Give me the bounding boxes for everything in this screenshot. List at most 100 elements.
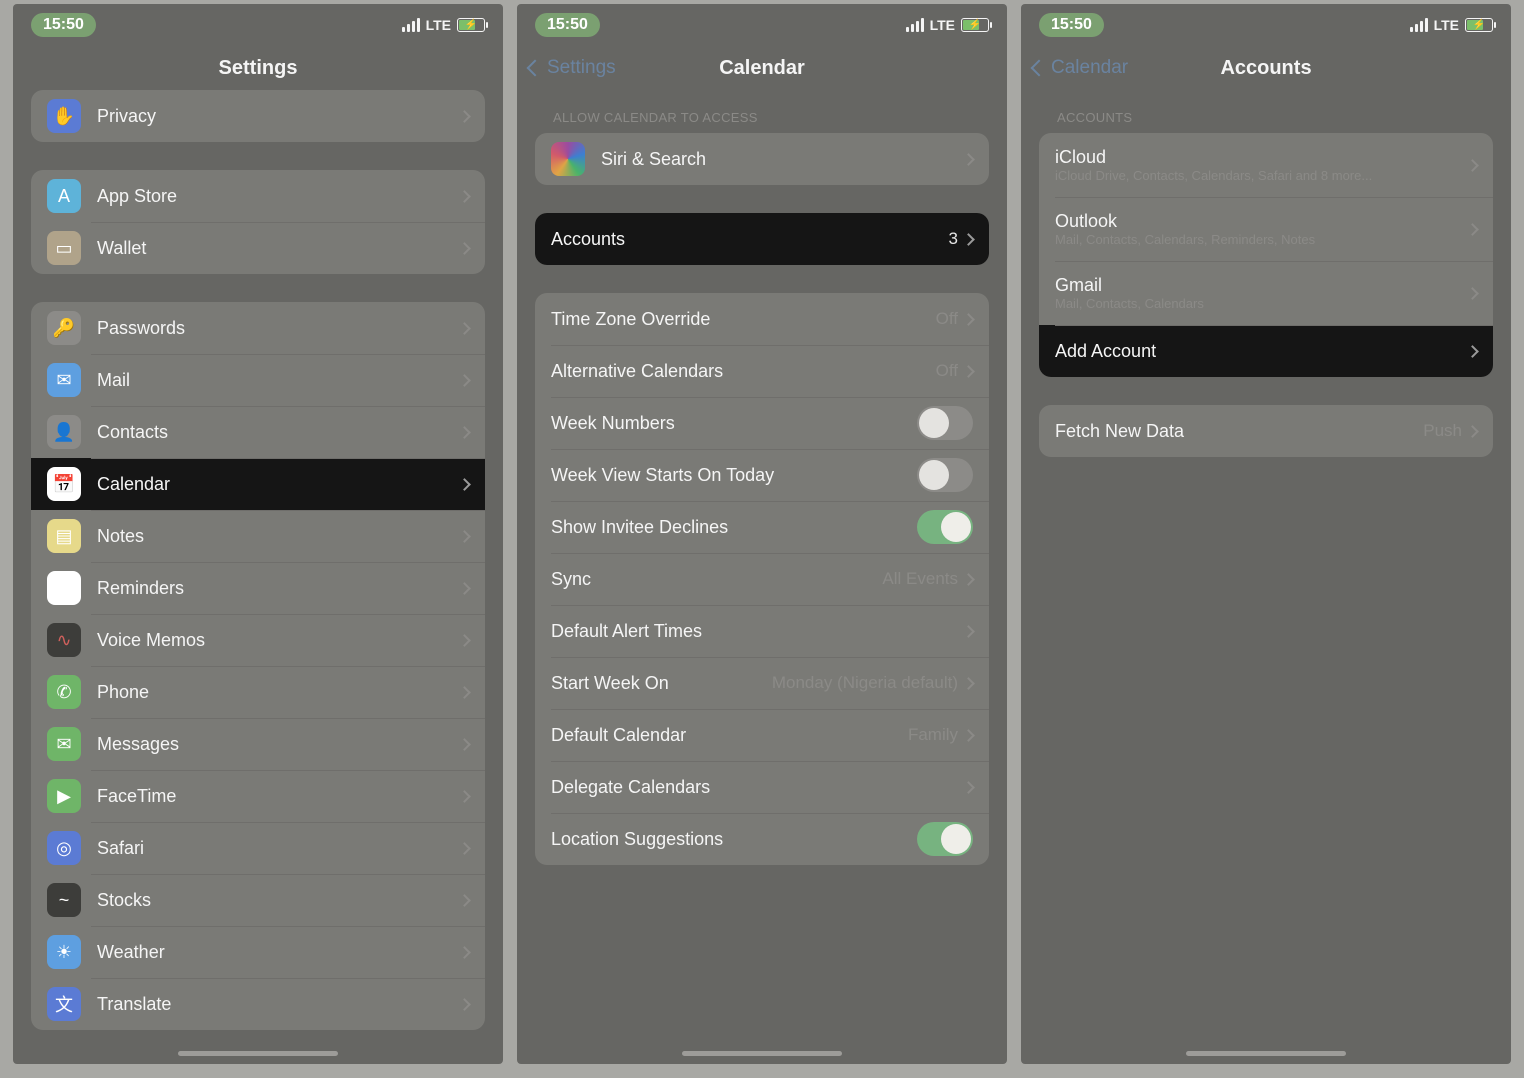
row-label: Privacy — [97, 106, 460, 127]
row-label: Mail — [97, 370, 460, 391]
settings-row-facetime[interactable]: ▶ FaceTime — [31, 770, 485, 822]
settings-row-calendar[interactable]: 📅Calendar — [31, 458, 485, 510]
setting-row-invitee[interactable]: Show Invitee Declines — [535, 501, 989, 553]
chevron-right-icon — [458, 478, 471, 491]
settings-row-wallet[interactable]: ▭ Wallet — [31, 222, 485, 274]
status-time: 15:50 — [31, 13, 96, 37]
home-indicator[interactable] — [1186, 1051, 1346, 1056]
reminders-icon: ⋮ — [47, 571, 81, 605]
row-label: Alternative Calendars — [551, 361, 936, 382]
account-row-gmail[interactable]: GmailMail, Contacts, Calendars — [1039, 261, 1493, 325]
chevron-right-icon — [458, 374, 471, 387]
settings-row-translate[interactable]: 文Translate — [31, 978, 485, 1030]
chevron-right-icon — [458, 998, 471, 1011]
back-button[interactable]: Settings — [529, 46, 616, 90]
chevron-right-icon — [962, 365, 975, 378]
chevron-right-icon — [1466, 159, 1479, 172]
status-bar: 15:50 LTE ⚡ — [517, 4, 1007, 46]
account-title: Gmail — [1055, 275, 1468, 296]
back-button[interactable]: Calendar — [1033, 46, 1128, 90]
toggle-weeknum[interactable] — [917, 406, 973, 440]
chevron-right-icon — [458, 842, 471, 855]
stocks-icon: ~ — [47, 883, 81, 917]
settings-row-notes[interactable]: ▤Notes — [31, 510, 485, 562]
setting-row-defcal[interactable]: Default CalendarFamily — [535, 709, 989, 761]
chevron-right-icon — [458, 530, 471, 543]
settings-row-weather[interactable]: ☀Weather — [31, 926, 485, 978]
fetch-new-data-row[interactable]: Fetch New Data Push — [1039, 405, 1493, 457]
accounts-row[interactable]: Accounts 3 — [535, 213, 989, 265]
settings-row-mail[interactable]: ✉ Mail — [31, 354, 485, 406]
row-label: FaceTime — [97, 786, 460, 807]
status-right: LTE ⚡ — [906, 17, 989, 33]
account-row-outlook[interactable]: OutlookMail, Contacts, Calendars, Remind… — [1039, 197, 1493, 261]
messages-icon: ✉ — [47, 727, 81, 761]
row-value: Family — [908, 725, 958, 745]
siri-search-row[interactable]: Siri & Search — [535, 133, 989, 185]
settings-row-passwords[interactable]: 🔑Passwords — [31, 302, 485, 354]
settings-row-messages[interactable]: ✉ Messages — [31, 718, 485, 770]
row-label: Time Zone Override — [551, 309, 936, 330]
settings-row-contacts[interactable]: 👤Contacts — [31, 406, 485, 458]
account-subtitle: Mail, Contacts, Calendars, Reminders, No… — [1055, 232, 1468, 247]
toggle-weekview[interactable] — [917, 458, 973, 492]
account-title: iCloud — [1055, 147, 1468, 168]
setting-row-locsug[interactable]: Location Suggestions — [535, 813, 989, 865]
chevron-right-icon — [1466, 287, 1479, 300]
navbar: Settings Calendar — [517, 46, 1007, 90]
safari-icon: ◎ — [47, 831, 81, 865]
account-title: Outlook — [1055, 211, 1468, 232]
chevron-left-icon — [1031, 60, 1048, 77]
toggle-invitee[interactable] — [917, 510, 973, 544]
setting-row-alert[interactable]: Default Alert Times — [535, 605, 989, 657]
setting-row-delegate[interactable]: Delegate Calendars — [535, 761, 989, 813]
facetime-icon: ▶ — [47, 779, 81, 813]
network-label: LTE — [930, 17, 955, 33]
settings-row-app-store[interactable]: AApp Store — [31, 170, 485, 222]
battery-icon: ⚡ — [1465, 18, 1493, 32]
add-account-row[interactable]: Add Account — [1039, 325, 1493, 377]
account-row-icloud[interactable]: iCloudiCloud Drive, Contacts, Calendars,… — [1039, 133, 1493, 197]
chevron-right-icon — [458, 582, 471, 595]
privacy-icon: ✋ — [47, 99, 81, 133]
row-label: Weather — [97, 942, 460, 963]
chevron-right-icon — [458, 322, 471, 335]
chevron-right-icon — [962, 313, 975, 326]
chevron-right-icon — [962, 781, 975, 794]
row-label: Messages — [97, 734, 460, 755]
contacts-icon: 👤 — [47, 415, 81, 449]
network-label: LTE — [426, 17, 451, 33]
setting-row-startweek[interactable]: Start Week OnMonday (Nigeria default) — [535, 657, 989, 709]
row-label: Stocks — [97, 890, 460, 911]
row-label: Siri & Search — [601, 149, 964, 170]
setting-row-sync[interactable]: SyncAll Events — [535, 553, 989, 605]
settings-row-privacy[interactable]: ✋ Privacy — [31, 90, 485, 142]
network-label: LTE — [1434, 17, 1459, 33]
mail-icon: ✉ — [47, 363, 81, 397]
account-subtitle: Mail, Contacts, Calendars — [1055, 296, 1468, 311]
home-indicator[interactable] — [682, 1051, 842, 1056]
setting-row-tz[interactable]: Time Zone OverrideOff — [535, 293, 989, 345]
row-label: Wallet — [97, 238, 460, 259]
setting-row-altcal[interactable]: Alternative CalendarsOff — [535, 345, 989, 397]
wallet-icon: ▭ — [47, 231, 81, 265]
row-label: Location Suggestions — [551, 829, 917, 850]
phone-icon: ✆ — [47, 675, 81, 709]
settings-row-voice-memos[interactable]: ∿Voice Memos — [31, 614, 485, 666]
notes-icon: ▤ — [47, 519, 81, 553]
settings-row-reminders[interactable]: ⋮Reminders — [31, 562, 485, 614]
settings-row-stocks[interactable]: ~ Stocks — [31, 874, 485, 926]
passwords-icon: 🔑 — [47, 311, 81, 345]
settings-row-phone[interactable]: ✆Phone — [31, 666, 485, 718]
setting-row-weeknum[interactable]: Week Numbers — [535, 397, 989, 449]
settings-row-safari[interactable]: ◎Safari — [31, 822, 485, 874]
home-indicator[interactable] — [178, 1051, 338, 1056]
account-subtitle: iCloud Drive, Contacts, Calendars, Safar… — [1055, 168, 1468, 183]
page-title: Settings — [219, 57, 298, 80]
section-header: ALLOW CALENDAR TO ACCESS — [535, 90, 989, 133]
chevron-right-icon — [1466, 223, 1479, 236]
setting-row-weekview[interactable]: Week View Starts On Today — [535, 449, 989, 501]
toggle-locsug[interactable] — [917, 822, 973, 856]
chevron-left-icon — [527, 60, 544, 77]
battery-icon: ⚡ — [961, 18, 989, 32]
